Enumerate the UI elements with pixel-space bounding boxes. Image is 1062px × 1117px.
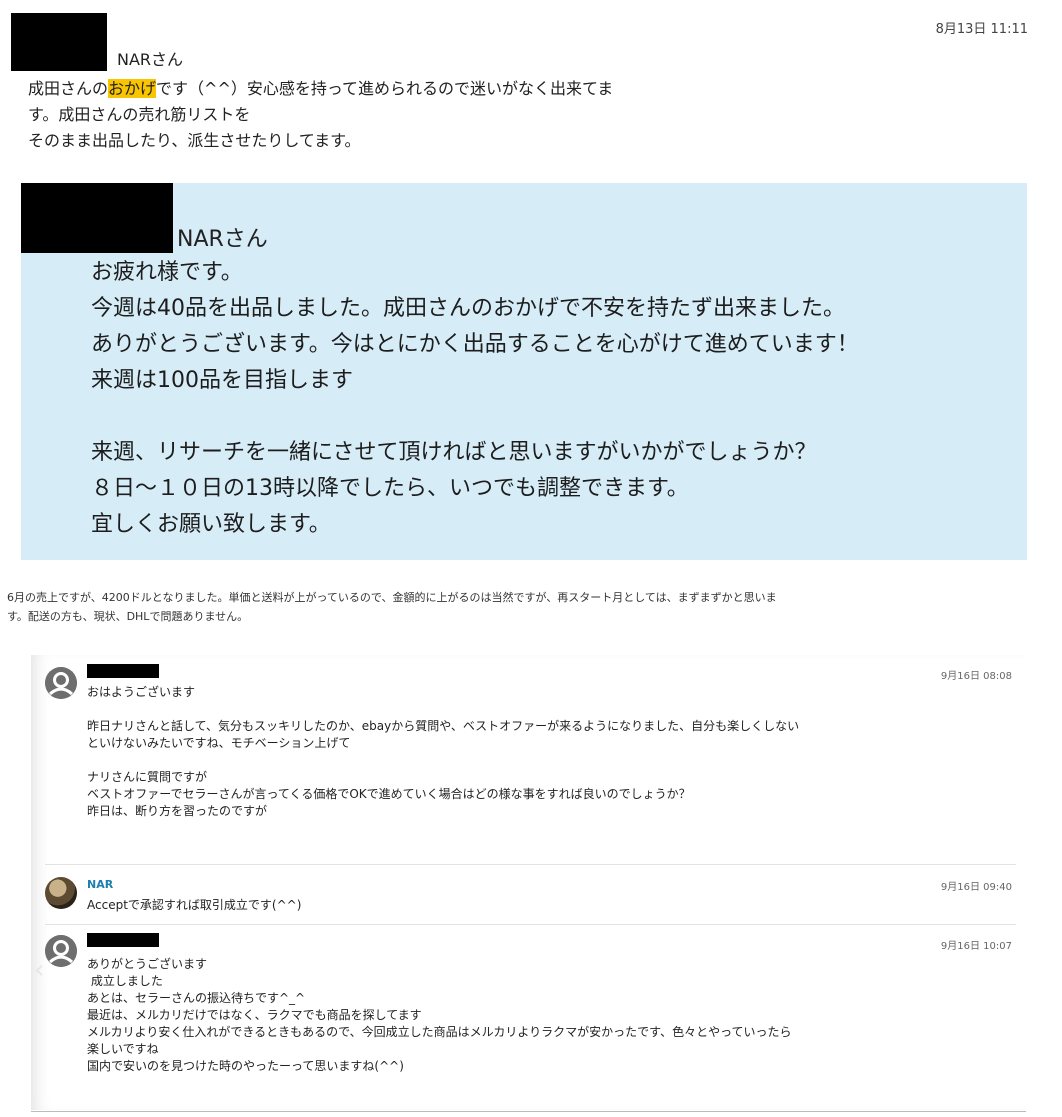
- message-line: 今週は40品を出品しました。成田さんのおかげで不安を持たず出来ました。: [91, 296, 845, 321]
- message-line: ８日～１０日の13時以降でしたら、いつでも調整できます。: [91, 476, 689, 501]
- redacted-name-block: [11, 13, 107, 71]
- message-1: NARさん 8月13日 11:11 成田さんのおかげです（^^）安心感を持って進…: [0, 0, 1062, 170]
- quoted-message: NARさん お疲れ様です。 今週は40品を出品しました。成田さんのおかげで不安を…: [21, 183, 1027, 560]
- message-line: す。成田さんの売れ筋リストを: [28, 105, 251, 124]
- default-user-icon[interactable]: [45, 935, 77, 967]
- chat-item: 9月16日 10:07 ありがとうございます 成立しました あとは、セラーさんの…: [31, 925, 1016, 1110]
- chat-item: NAR 9月16日 09:40 Acceptで承認すれば取引成立です(^^): [31, 865, 1016, 925]
- message-body: 成田さんのおかげです（^^）安心感を持って進められるので迷いがなく出来てま す。…: [28, 76, 613, 154]
- divider: [31, 1111, 1026, 1112]
- message-line: お疲れ様です。: [91, 260, 243, 285]
- message-line: 宜しくお願い致します。: [91, 512, 331, 537]
- quoted-message-body: お疲れ様です。 今週は40品を出品しました。成田さんのおかげで不安を持たず出来ま…: [91, 255, 859, 543]
- chat-panel: 9月16日 08:08 おはようございます 昨日ナリさんと話して、気分もスッキリ…: [31, 655, 1026, 1110]
- chat-message-text: おはようございます 昨日ナリさんと話して、気分もスッキリしたのか、ebayから質…: [87, 685, 800, 818]
- recipient-label: NARさん: [177, 227, 268, 252]
- message-line: そのまま出品したり、派生させたりしてます。: [28, 131, 361, 150]
- chat-timestamp: 9月16日 10:07: [940, 941, 1012, 952]
- message-line: ありがとうございます。今はとにかく出品することを心がけて進めています！: [91, 332, 859, 357]
- chevron-left-icon[interactable]: ‹: [34, 955, 44, 985]
- sales-note: 6月の売上ですが、4200ドルとなりました。単価と送料が上がっているので、金額的…: [7, 588, 1057, 626]
- chat-message-text: ありがとうございます 成立しました あとは、セラーさんの振込待ちです^_^ 最近…: [87, 957, 792, 1073]
- message-line: 来週、リサーチを一緒にさせて頂ければと思いますがいかがでしょうか？: [91, 440, 817, 465]
- chat-timestamp: 9月16日 09:40: [940, 882, 1012, 893]
- chat-message-text: Acceptで承認すれば取引成立です(^^): [87, 898, 302, 912]
- chat-timestamp: 9月16日 08:08: [940, 671, 1012, 682]
- message-line: 成田さんのおかげです（^^）安心感を持って進められるので迷いがなく出来てま: [28, 79, 614, 98]
- redacted-author-name: [87, 933, 159, 947]
- chat-item: 9月16日 08:08 おはようございます 昨日ナリさんと話して、気分もスッキリ…: [31, 655, 1016, 865]
- highlighted-text: おかげ: [108, 79, 157, 98]
- sales-note-line: す。配送の方も、現状、DHLで問題ありません。: [7, 610, 249, 623]
- message-timestamp: 8月13日 11:11: [935, 22, 1028, 37]
- message-line: 来週は100品を目指します: [91, 368, 353, 393]
- photo-avatar[interactable]: [45, 877, 77, 909]
- redacted-author-name: [87, 664, 159, 678]
- redacted-name-block: [21, 183, 173, 253]
- author-link[interactable]: NAR: [87, 878, 113, 891]
- default-user-icon[interactable]: [45, 667, 77, 699]
- recipient-label: NARさん: [117, 50, 184, 69]
- sales-note-line: 6月の売上ですが、4200ドルとなりました。単価と送料が上がっているので、金額的…: [7, 591, 777, 604]
